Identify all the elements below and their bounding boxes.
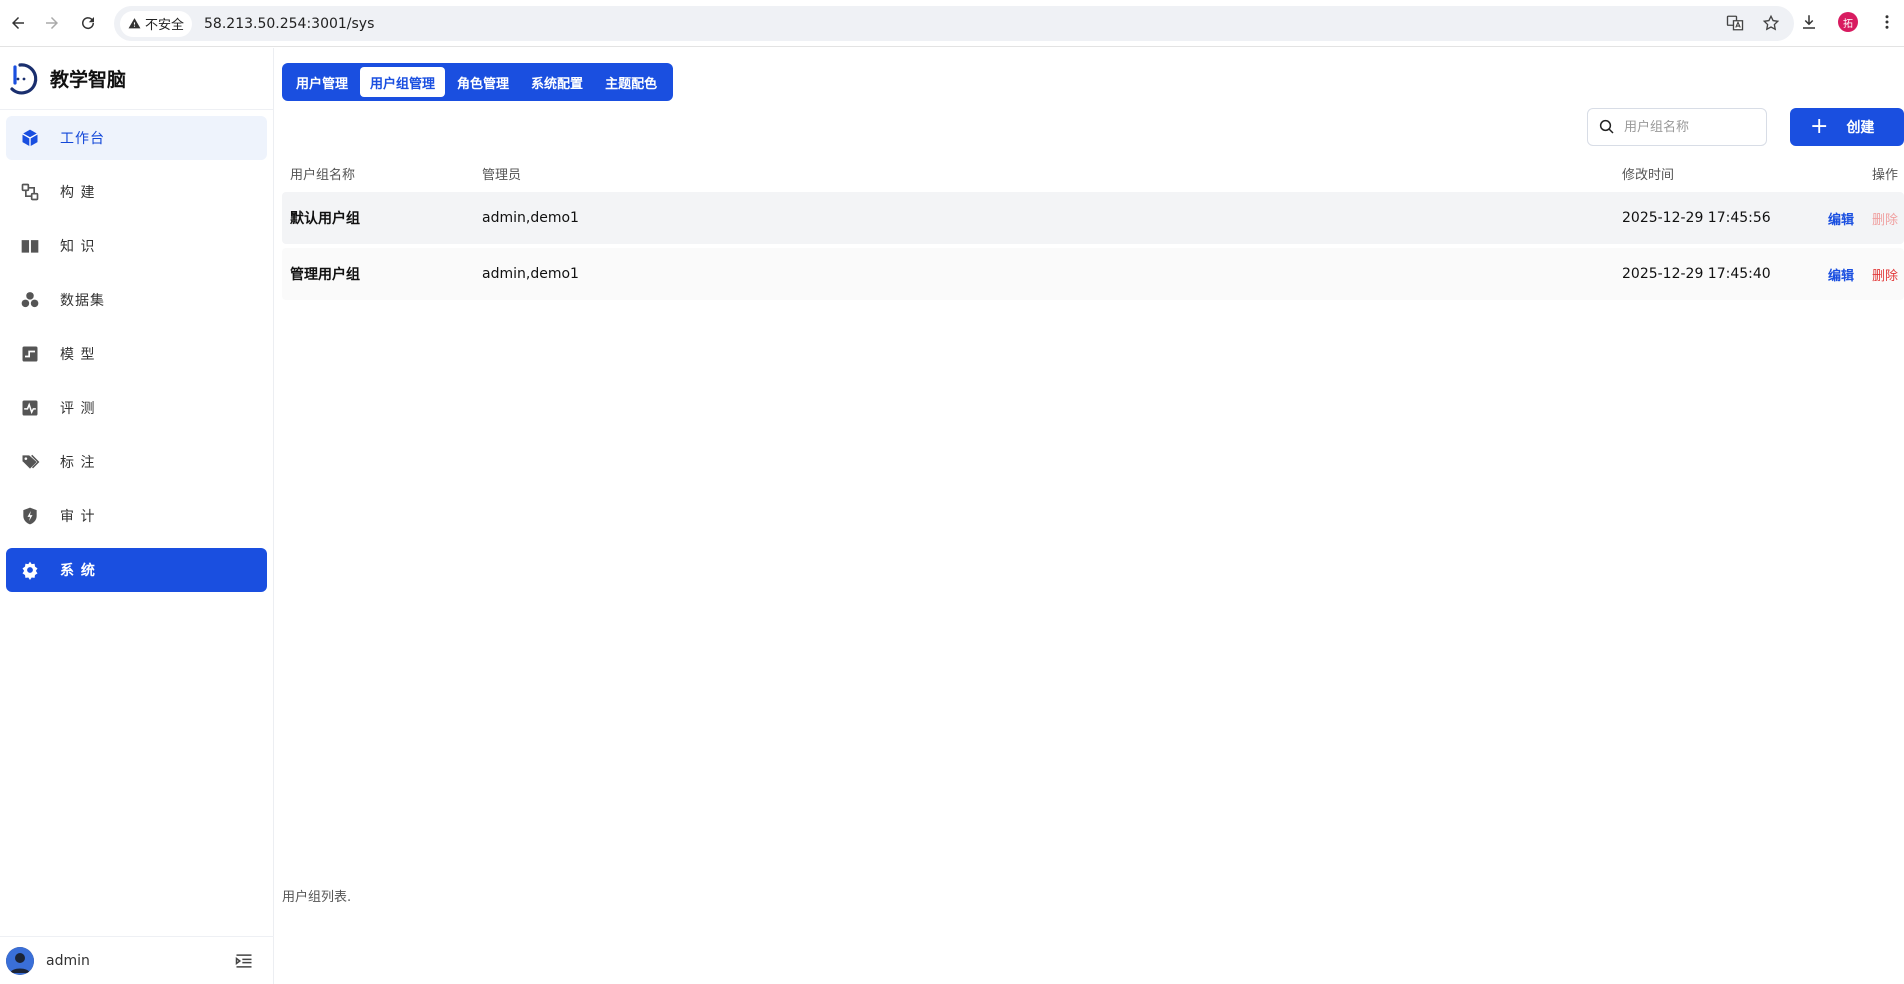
brand-logo-icon: [10, 62, 38, 94]
warning-icon: [128, 18, 141, 29]
system-tabs: 用户管理 用户组管理 角色管理 系统配置 主题配色: [282, 63, 674, 101]
search-input[interactable]: [1624, 119, 1764, 135]
table-caption: 用户组列表.: [282, 890, 352, 905]
browser-toolbar: 不安全 58.213.50.254:3001/sys 拓: [0, 0, 1904, 47]
search-icon: [1599, 119, 1614, 134]
build-icon: [20, 182, 40, 202]
profile-avatar[interactable]: 拓: [1838, 12, 1858, 32]
sidebar-item-model[interactable]: 模 型: [6, 332, 267, 376]
sidebar-item-knowledge[interactable]: 知 识: [6, 224, 267, 268]
table-row[interactable]: 默认用户组 admin,demo1 2025-12-29 17:45:56 编辑…: [282, 192, 1904, 244]
sidebar-item-dataset[interactable]: 数据集: [6, 278, 267, 322]
forward-icon[interactable]: [40, 11, 64, 35]
delete-link[interactable]: 删除: [1872, 209, 1898, 228]
delete-link[interactable]: 删除: [1872, 265, 1898, 284]
search-box: [1587, 108, 1767, 146]
sidebar-item-label: 工作台: [60, 131, 105, 147]
shield-icon: [20, 506, 40, 526]
cell-ops: 编辑 删除: [1814, 265, 1904, 284]
tab-system-config[interactable]: 系统配置: [521, 67, 593, 97]
dataset-icon: [20, 290, 40, 310]
sidebar-item-label: 构 建: [60, 185, 96, 201]
sidebar-item-label: 系 统: [60, 563, 96, 579]
edit-link[interactable]: 编辑: [1828, 265, 1854, 284]
brand-name: 教学智脑: [50, 69, 127, 91]
download-icon[interactable]: [1800, 13, 1818, 31]
address-bar[interactable]: 不安全 58.213.50.254:3001/sys: [114, 6, 1794, 41]
sidebar: 教学智脑 工作台 构 建 知 识 数据集 模 型 评 测 标 注 审 计 系 统…: [0, 48, 274, 984]
tag-icon: [20, 452, 40, 472]
sidebar-menu: 工作台 构 建 知 识 数据集 模 型 评 测 标 注 审 计 系 统: [0, 110, 273, 592]
sidebar-item-workbench[interactable]: 工作台: [6, 116, 267, 160]
tab-user-management[interactable]: 用户管理: [286, 67, 358, 97]
avatar[interactable]: [6, 946, 34, 975]
tab-user-group-management[interactable]: 用户组管理: [360, 67, 446, 97]
sidebar-item-audit[interactable]: 审 计: [6, 494, 267, 538]
sidebar-item-evaluate[interactable]: 评 测: [6, 386, 267, 430]
tab-role-management[interactable]: 角色管理: [447, 67, 519, 97]
user-group-table: 用户组名称 管理员 修改时间 操作 默认用户组 admin,demo1 2025…: [282, 154, 1904, 304]
sidebar-footer: admin: [0, 936, 274, 984]
url-text: 58.213.50.254:3001/sys: [204, 15, 375, 32]
book-icon: [20, 236, 40, 256]
back-icon[interactable]: [6, 11, 30, 35]
header-modified: 修改时间: [1622, 167, 1675, 183]
cell-modified: 2025-12-29 17:45:56: [1622, 210, 1771, 226]
create-button[interactable]: + 创建: [1790, 108, 1904, 146]
table-header: 用户组名称 管理员 修改时间 操作: [282, 154, 1904, 192]
footer-username: admin: [46, 952, 90, 969]
tab-theme-color[interactable]: 主题配色: [595, 67, 667, 97]
insecure-chip[interactable]: 不安全: [120, 10, 193, 37]
cell-name: 管理用户组: [290, 267, 360, 283]
insecure-label: 不安全: [145, 18, 185, 33]
model-icon: [20, 344, 40, 364]
cube-icon: [20, 128, 40, 148]
sidebar-item-system[interactable]: 系 统: [6, 548, 267, 592]
sidebar-item-label: 标 注: [60, 455, 96, 471]
translate-icon[interactable]: [1726, 14, 1744, 32]
gear-icon: [20, 560, 40, 580]
header-ops: 操作: [1871, 167, 1898, 183]
sidebar-item-build[interactable]: 构 建: [6, 170, 267, 214]
header-name: 用户组名称: [290, 167, 356, 183]
bookmark-star-icon[interactable]: [1762, 14, 1780, 32]
edit-link[interactable]: 编辑: [1828, 209, 1854, 228]
create-button-label: 创建: [1846, 120, 1875, 136]
brand[interactable]: 教学智脑: [0, 48, 273, 110]
evaluate-icon: [20, 398, 40, 418]
cell-admins: admin,demo1: [482, 210, 579, 226]
header-admins: 管理员: [482, 167, 522, 183]
cell-ops: 编辑 删除: [1814, 209, 1904, 228]
cell-name: 默认用户组: [290, 211, 360, 227]
sidebar-item-annotate[interactable]: 标 注: [6, 440, 267, 484]
cell-modified: 2025-12-29 17:45:40: [1622, 266, 1771, 282]
main-content: 用户管理 用户组管理 角色管理 系统配置 主题配色 + 创建 用户组名称 管理员…: [274, 48, 1904, 984]
user-avatar-icon: [6, 946, 34, 975]
cell-admins: admin,demo1: [482, 266, 579, 282]
kebab-menu-icon[interactable]: [1878, 13, 1896, 31]
collapse-sidebar-icon[interactable]: [234, 951, 254, 971]
table-row[interactable]: 管理用户组 admin,demo1 2025-12-29 17:45:40 编辑…: [282, 248, 1904, 300]
sidebar-item-label: 知 识: [60, 239, 96, 255]
sidebar-item-label: 模 型: [60, 347, 96, 363]
reload-icon[interactable]: [76, 11, 100, 35]
sidebar-item-label: 评 测: [60, 401, 96, 417]
plus-icon: +: [1810, 114, 1829, 139]
sidebar-item-label: 数据集: [60, 293, 105, 309]
sidebar-item-label: 审 计: [60, 509, 96, 525]
